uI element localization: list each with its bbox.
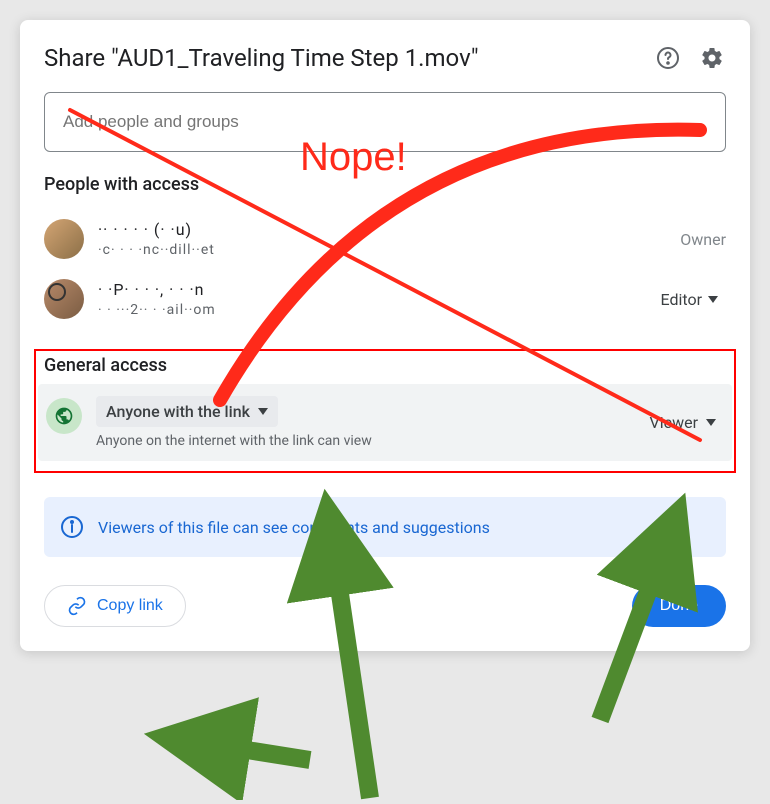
access-role-label: Viewer [650, 413, 699, 432]
access-role-dropdown[interactable]: Viewer [642, 407, 725, 438]
access-scope-dropdown[interactable]: Anyone with the link [96, 396, 278, 427]
copy-link-button[interactable]: Copy link [44, 585, 186, 627]
role-label: Editor [661, 290, 702, 309]
help-icon[interactable] [654, 44, 682, 72]
dialog-title: Share "AUD1_Traveling Time Step 1.mov" [44, 44, 654, 72]
info-banner: Viewers of this file can see comments an… [44, 497, 726, 557]
info-text: Viewers of this file can see comments an… [98, 518, 490, 537]
general-access-title: General access [44, 355, 726, 376]
person-row: · ·P· · · ·, · · ·n · · ···2·· · ·ail··o… [44, 269, 726, 329]
globe-icon [46, 398, 82, 434]
person-name: · ·P· · · ·, · · ·n [98, 280, 639, 299]
copy-link-label: Copy link [97, 597, 163, 615]
header-actions [654, 44, 726, 72]
person-info: · ·P· · · ·, · · ·n · · ···2·· · ·ail··o… [98, 280, 639, 318]
people-section-title: People with access [44, 174, 726, 195]
done-button[interactable]: Done [632, 585, 726, 627]
general-access-section: General access Anyone with the link Anyo… [34, 349, 736, 473]
dialog-header: Share "AUD1_Traveling Time Step 1.mov" [44, 44, 726, 72]
person-name: ·· · · · · (· ·u) [98, 220, 666, 239]
avatar [44, 219, 84, 259]
chevron-down-icon [708, 296, 718, 303]
chevron-down-icon [258, 408, 268, 415]
general-access-row: Anyone with the link Anyone on the inter… [38, 384, 732, 461]
gear-icon[interactable] [698, 44, 726, 72]
chevron-down-icon [706, 419, 716, 426]
avatar [44, 279, 84, 319]
dialog-footer: Copy link Done [44, 585, 726, 627]
person-info: ·· · · · · (· ·u) ·c· · · ·nc··dill··et [98, 220, 666, 258]
access-description: Anyone on the internet with the link can… [96, 433, 628, 449]
access-scope-label: Anyone with the link [106, 402, 250, 421]
person-row: ·· · · · · (· ·u) ·c· · · ·nc··dill··et … [44, 209, 726, 269]
owner-label: Owner [680, 230, 726, 249]
role-dropdown[interactable]: Editor [653, 284, 726, 315]
add-people-input[interactable] [44, 92, 726, 152]
share-dialog: Share "AUD1_Traveling Time Step 1.mov" P… [20, 20, 750, 651]
person-email: · · ···2·· · ·ail··om [98, 302, 639, 318]
link-icon [67, 596, 87, 616]
person-email: ·c· · · ·nc··dill··et [98, 242, 666, 258]
access-info: Anyone with the link Anyone on the inter… [96, 396, 628, 449]
info-icon [60, 515, 84, 539]
